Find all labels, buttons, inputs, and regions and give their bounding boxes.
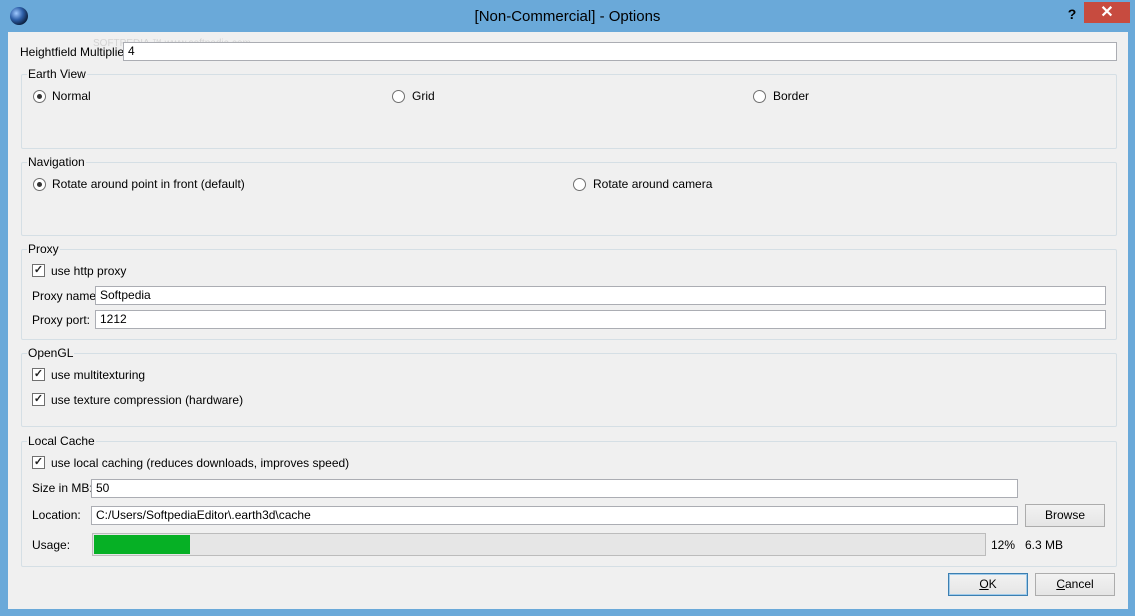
rotate-point-radio[interactable]: [33, 178, 46, 191]
multitexturing-label[interactable]: use multitexturing: [51, 368, 145, 382]
rotate-camera-label[interactable]: Rotate around camera: [593, 177, 712, 191]
rotate-camera-radio[interactable]: [573, 178, 586, 191]
local-caching-checkbox[interactable]: ✓: [32, 456, 45, 469]
navigation-legend: Navigation: [27, 155, 86, 169]
ok-button-label[interactable]: OK: [979, 574, 996, 595]
usage-size: 6.3 MB: [1025, 538, 1064, 552]
cache-usage-fill: [94, 535, 190, 554]
local-caching-label[interactable]: use local caching (reduces downloads, im…: [51, 456, 349, 470]
border-radio[interactable]: [753, 90, 766, 103]
close-button[interactable]: ✕: [1084, 2, 1130, 23]
ok-button[interactable]: OK: [948, 573, 1028, 596]
usage-label: Usage:: [32, 538, 71, 552]
proxy-port-input[interactable]: 1212: [95, 310, 1106, 329]
cache-location-label: Location:: [32, 508, 81, 522]
cache-location-input[interactable]: C:/Users/SoftpediaEditor\.earth3d\cache: [91, 506, 1018, 525]
dialog-body: SOFTPEDIA ™ www.softpedia.com Heightfiel…: [8, 32, 1128, 609]
cache-usage-progress: [92, 533, 986, 556]
browse-button[interactable]: Browse: [1025, 504, 1105, 527]
opengl-legend: OpenGL: [27, 346, 75, 360]
cache-size-label: Size in MB:: [32, 481, 93, 495]
proxy-name-label: Proxy name:: [32, 289, 100, 303]
border-label[interactable]: Border: [773, 89, 809, 103]
window-title: [Non-Commercial] - Options: [474, 8, 661, 25]
local-cache-legend: Local Cache: [27, 434, 96, 448]
grid-label[interactable]: Grid: [412, 89, 435, 103]
multitexturing-checkbox[interactable]: ✓: [32, 368, 45, 381]
use-proxy-label[interactable]: use http proxy: [51, 264, 126, 278]
use-proxy-checkbox[interactable]: ✓: [32, 264, 45, 277]
title-bar[interactable]: [Non-Commercial] - Options ? ✕: [1, 1, 1134, 32]
proxy-port-label: Proxy port:: [32, 313, 91, 327]
cancel-button[interactable]: Cancel: [1035, 573, 1115, 596]
usage-percent: 12%: [991, 538, 1016, 552]
opengl-group: [21, 353, 1117, 427]
help-button[interactable]: ?: [1059, 3, 1085, 25]
navigation-group: [21, 162, 1117, 236]
heightfield-input[interactable]: 4: [123, 42, 1117, 61]
earth-view-group: [21, 74, 1117, 149]
texture-compression-checkbox[interactable]: ✓: [32, 393, 45, 406]
heightfield-label: Heightfield Multiplier:: [20, 45, 132, 59]
normal-label[interactable]: Normal: [52, 89, 91, 103]
cache-size-input[interactable]: 50: [91, 479, 1018, 498]
options-window: [Non-Commercial] - Options ? ✕ SOFTPEDIA…: [0, 0, 1135, 616]
grid-radio[interactable]: [392, 90, 405, 103]
normal-radio[interactable]: [33, 90, 46, 103]
proxy-name-input[interactable]: Softpedia: [95, 286, 1106, 305]
texture-compression-label[interactable]: use texture compression (hardware): [51, 393, 243, 407]
cancel-button-label[interactable]: Cancel: [1056, 574, 1093, 595]
proxy-legend: Proxy: [27, 242, 60, 256]
rotate-point-label[interactable]: Rotate around point in front (default): [52, 177, 245, 191]
earth-view-legend: Earth View: [27, 67, 87, 81]
